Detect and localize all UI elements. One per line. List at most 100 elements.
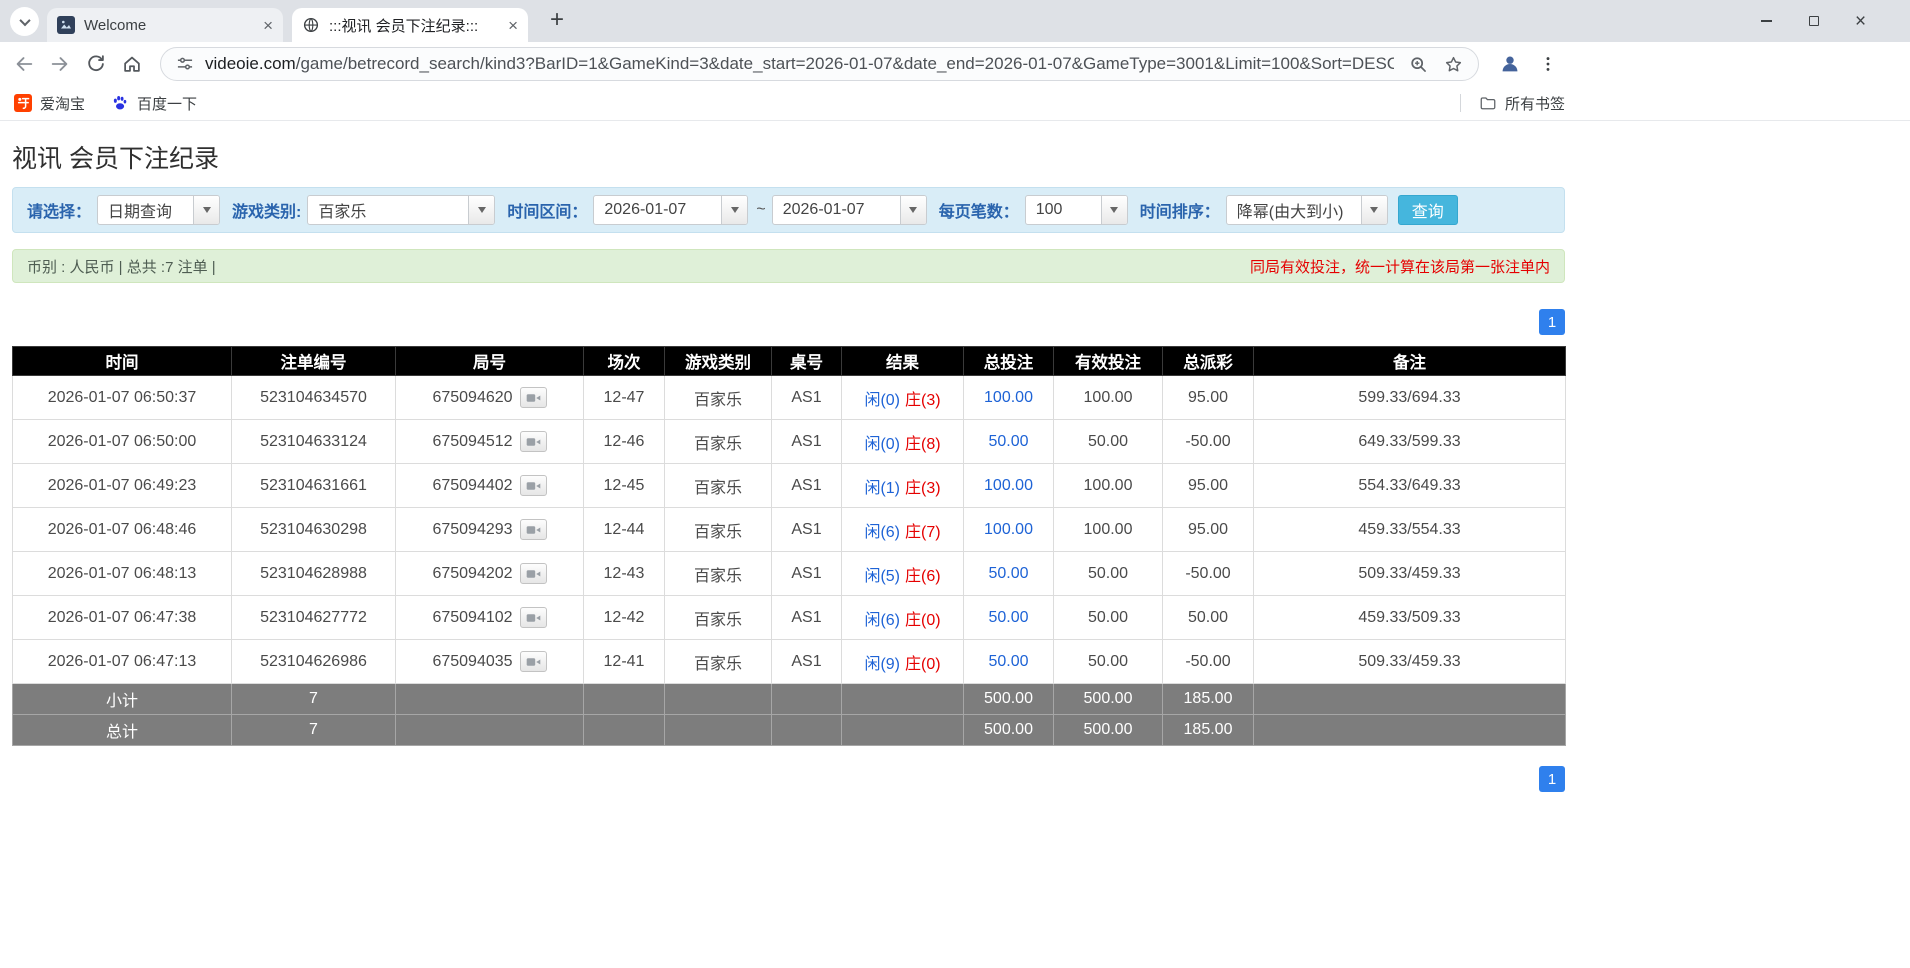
bookmark-aitaobao[interactable]: 爱淘宝 xyxy=(14,93,85,114)
total-bet-link[interactable]: 50.00 xyxy=(988,565,1028,582)
game-type-label: 游戏类别: xyxy=(232,204,302,221)
back-icon xyxy=(16,57,33,71)
bet-records-table: 时间 注单编号 局号 场次 游戏类别 桌号 结果 总投注 有效投注 总派彩 备注… xyxy=(12,346,1566,746)
search-button[interactable]: 查询 xyxy=(1397,195,1458,225)
refresh-button[interactable] xyxy=(78,46,114,82)
empty-cell xyxy=(583,714,665,746)
dropdown-arrow-button[interactable] xyxy=(1360,196,1387,224)
video-replay-button[interactable] xyxy=(519,563,547,584)
game-type-select[interactable]: 百家乐 xyxy=(307,195,496,225)
result-cell: 闲(9) 庄(0) xyxy=(841,639,964,684)
date-end-select[interactable]: 2026-01-07 xyxy=(771,195,927,225)
zoom-indicator-icon[interactable] xyxy=(1408,54,1429,75)
session-cell: 12-46 xyxy=(583,419,665,464)
video-replay-button[interactable] xyxy=(519,651,547,672)
home-button[interactable] xyxy=(114,46,150,82)
game-cell: 百家乐 xyxy=(664,595,772,640)
home-icon xyxy=(124,56,140,72)
minimize-button[interactable] xyxy=(1743,0,1790,42)
table-header-row: 时间 注单编号 局号 场次 游戏类别 桌号 结果 总投注 有效投注 总派彩 备注 xyxy=(12,346,1566,376)
page-size-select[interactable]: 100 xyxy=(1024,195,1128,225)
round-number: 675094202 xyxy=(432,564,513,582)
query-type-select[interactable]: 日期查询 xyxy=(97,195,221,225)
forward-button[interactable] xyxy=(42,46,78,82)
col-header-valid-bet: 有效投注 xyxy=(1053,346,1163,376)
tab-search-button[interactable] xyxy=(10,7,39,36)
date-start-select[interactable]: 2026-01-07 xyxy=(593,195,749,225)
game-type-value: 百家乐 xyxy=(318,204,367,221)
result-cell: 闲(1) 庄(3) xyxy=(841,463,964,508)
total-bet-link[interactable]: 50.00 xyxy=(988,653,1028,670)
tab-title: Welcome xyxy=(84,16,147,34)
video-replay-button[interactable] xyxy=(519,607,547,628)
video-replay-button[interactable] xyxy=(519,431,547,452)
empty-cell xyxy=(583,683,665,715)
total-bet-link[interactable]: 100.00 xyxy=(984,477,1033,494)
empty-cell xyxy=(841,683,964,715)
session-cell: 12-42 xyxy=(583,595,665,640)
total-total-bet: 500.00 xyxy=(963,714,1054,746)
dropdown-arrow-button[interactable] xyxy=(899,196,926,224)
subtotal-row: 小计 7 500.00 500.00 185.00 xyxy=(12,683,1566,715)
result-cell: 闲(0) 庄(3) xyxy=(841,375,964,420)
page-size-label: 每页笔数： xyxy=(938,204,1019,221)
menu-button[interactable] xyxy=(1531,47,1565,81)
video-replay-button[interactable] xyxy=(519,475,547,496)
total-bet-link[interactable]: 100.00 xyxy=(984,389,1033,406)
filter-bar: 请选择： 日期查询 游戏类别: 百家乐 时间区间： 2026-01-07 ~ 2… xyxy=(12,187,1565,233)
site-settings-icon[interactable] xyxy=(175,54,195,74)
round-number: 675094402 xyxy=(432,476,513,494)
summary-bar: 币别 : 人民币 | 总共 :7 注单 | 同局有效投注，统一计算在该局第一张注… xyxy=(12,249,1565,283)
table-row: 2026-01-07 06:48:46 523104630298 6750942… xyxy=(12,507,1566,552)
dropdown-arrow-button[interactable] xyxy=(1100,196,1127,224)
total-bet-link[interactable]: 50.00 xyxy=(988,609,1028,626)
dropdown-arrow-button[interactable] xyxy=(721,196,748,224)
time-cell: 2026-01-07 06:48:46 xyxy=(12,507,232,552)
profile-button[interactable] xyxy=(1493,47,1527,81)
close-button[interactable]: × xyxy=(1837,0,1884,42)
bookmark-baidu[interactable]: 百度一下 xyxy=(111,93,197,114)
empty-cell xyxy=(841,714,964,746)
page-1-button[interactable]: 1 xyxy=(1539,309,1565,335)
dropdown-arrow-button[interactable] xyxy=(468,196,495,224)
dropdown-arrow-icon xyxy=(909,207,918,213)
dropdown-arrow-icon xyxy=(1110,207,1119,213)
round-cell: 675094402 xyxy=(395,463,584,508)
kebab-menu-icon xyxy=(1546,57,1550,71)
game-cell: 百家乐 xyxy=(664,419,772,464)
back-button[interactable] xyxy=(6,46,42,82)
all-bookmarks-button[interactable]: 所有书签 xyxy=(1505,93,1565,114)
new-tab-button[interactable]: + xyxy=(543,6,571,34)
page-1-button[interactable]: 1 xyxy=(1539,766,1565,792)
total-row: 总计 7 500.00 500.00 185.00 xyxy=(12,714,1566,746)
video-camera-icon xyxy=(526,613,540,622)
maximize-button[interactable] xyxy=(1790,0,1837,42)
video-replay-button[interactable] xyxy=(519,387,547,408)
divider xyxy=(1459,94,1461,112)
bookmark-star-icon[interactable] xyxy=(1443,54,1464,75)
table-no-cell: AS1 xyxy=(771,375,842,420)
payout-cell: 95.00 xyxy=(1162,375,1254,420)
table-row: 2026-01-07 06:47:38 523104627772 6750941… xyxy=(12,595,1566,640)
total-bet-cell: 100.00 xyxy=(963,375,1054,420)
empty-cell xyxy=(664,683,772,715)
tab-welcome[interactable]: Welcome × xyxy=(47,8,283,42)
result-banker: 庄(0) xyxy=(905,611,941,629)
tab-betrecord[interactable]: :::视讯 会员下注纪录::: × xyxy=(292,8,528,42)
total-bet-link[interactable]: 100.00 xyxy=(984,521,1033,538)
sort-select[interactable]: 降幂(由大到小) xyxy=(1225,195,1388,225)
session-cell: 12-41 xyxy=(583,639,665,684)
tab-close-icon[interactable]: × xyxy=(508,17,518,34)
folder-icon xyxy=(1479,94,1497,112)
globe-favicon-icon xyxy=(302,16,320,34)
address-bar[interactable]: videoie.com/game/betrecord_search/kind3?… xyxy=(160,47,1479,81)
browser-toolbar: videoie.com/game/betrecord_search/kind3?… xyxy=(0,42,1910,86)
subtotal-count: 7 xyxy=(231,683,396,715)
session-cell: 12-45 xyxy=(583,463,665,508)
page-size-value: 100 xyxy=(1035,201,1063,218)
total-bet-link[interactable]: 50.00 xyxy=(988,433,1028,450)
dropdown-arrow-button[interactable] xyxy=(193,196,220,224)
tab-close-icon[interactable]: × xyxy=(263,17,273,34)
round-cell: 675094102 xyxy=(395,595,584,640)
video-replay-button[interactable] xyxy=(519,519,547,540)
